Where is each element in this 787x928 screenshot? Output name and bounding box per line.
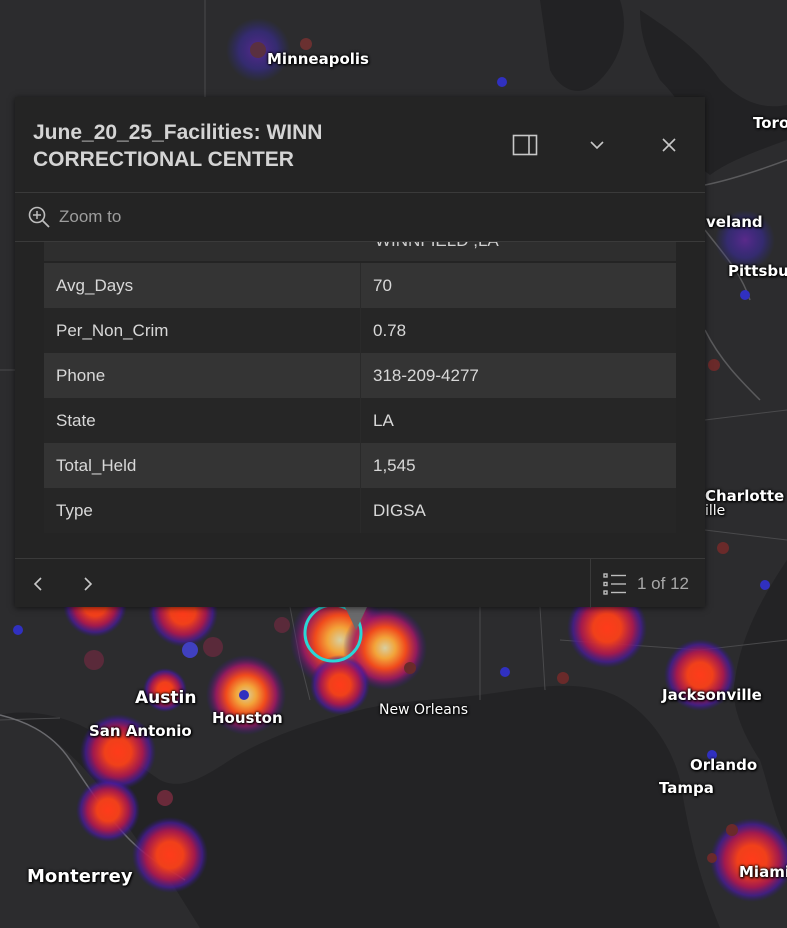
attr-key: Avg_Days [44, 263, 361, 308]
city-label-san-antonio: San Antonio [89, 722, 192, 740]
city-label-minneapolis: Minneapolis [267, 50, 369, 68]
city-label-pittsburgh: Pittsbu [728, 262, 787, 280]
attr-value: 70 [360, 263, 676, 308]
city-label-toro: Toro [753, 114, 787, 132]
chevron-left-icon [33, 577, 42, 591]
city-label-cleveland: veland [706, 213, 763, 231]
chevron-down-icon [590, 141, 604, 150]
city-label-austin: Austin [135, 688, 197, 708]
city-label-orlando: Orlando [690, 756, 758, 774]
attr-key: Phone [44, 353, 361, 398]
list-icon [603, 572, 626, 595]
feature-popup: June_20_25_Facilities: WINN CORRECTIONAL… [15, 97, 705, 608]
table-row: Total_Held 1,545 [44, 443, 676, 488]
feature-list-button[interactable]: 1 of 12 [590, 559, 705, 608]
attribute-table-container[interactable]: WINNFIELD ,LA Avg_Days 70 Per_Non_Crim 0… [44, 242, 676, 538]
popup-title: June_20_25_Facilities: WINN CORRECTIONAL… [33, 121, 323, 171]
attr-value: 0.78 [360, 308, 676, 353]
attr-value: DIGSA [360, 488, 676, 533]
collapse-button[interactable] [579, 127, 615, 163]
previous-feature-button[interactable] [23, 569, 53, 599]
city-label-houston: Houston [212, 709, 283, 727]
city-label-tampa: Tampa [659, 779, 714, 797]
table-row: State LA [44, 398, 676, 443]
city-label-jacksonville: Jacksonville [662, 686, 762, 704]
zoom-to-label: Zoom to [59, 207, 122, 226]
dock-button[interactable] [507, 127, 543, 163]
attr-key: Per_Non_Crim [44, 308, 361, 353]
close-icon [662, 138, 676, 152]
close-button[interactable] [651, 127, 687, 163]
table-row: Type DIGSA [44, 488, 676, 533]
popup-header: June_20_25_Facilities: WINN CORRECTIONAL… [15, 97, 705, 193]
table-row: Per_Non_Crim 0.78 [44, 308, 676, 353]
attr-value: 318-209-4277 [360, 353, 676, 398]
attr-key: State [44, 398, 361, 443]
city-label-monterrey: Monterrey [27, 866, 133, 887]
zoom-in-icon [28, 206, 50, 228]
table-row: Avg_Days 70 [44, 263, 676, 308]
popup-footer: 1 of 12 [15, 558, 705, 608]
city-label-ille: ille [705, 503, 726, 519]
table-row: Phone 318-209-4277 [44, 353, 676, 398]
table-row: WINNFIELD ,LA [44, 242, 676, 261]
zoom-to-button[interactable]: Zoom to [15, 193, 705, 242]
partial-value: WINNFIELD ,LA [375, 242, 499, 251]
pager-text: 1 of 12 [637, 573, 689, 593]
next-feature-button[interactable] [73, 569, 103, 599]
attr-value: 1,545 [360, 443, 676, 488]
dock-side-icon [512, 134, 538, 156]
attr-value: LA [360, 398, 676, 443]
attribute-table: Avg_Days 70 Per_Non_Crim 0.78 Phone 318-… [44, 263, 676, 533]
attr-key: Type [44, 488, 361, 533]
city-label-miami: Miami [739, 863, 787, 881]
city-label-new-orleans: New Orleans [379, 702, 469, 718]
chevron-right-icon [84, 577, 93, 591]
attr-key: Total_Held [44, 443, 361, 488]
